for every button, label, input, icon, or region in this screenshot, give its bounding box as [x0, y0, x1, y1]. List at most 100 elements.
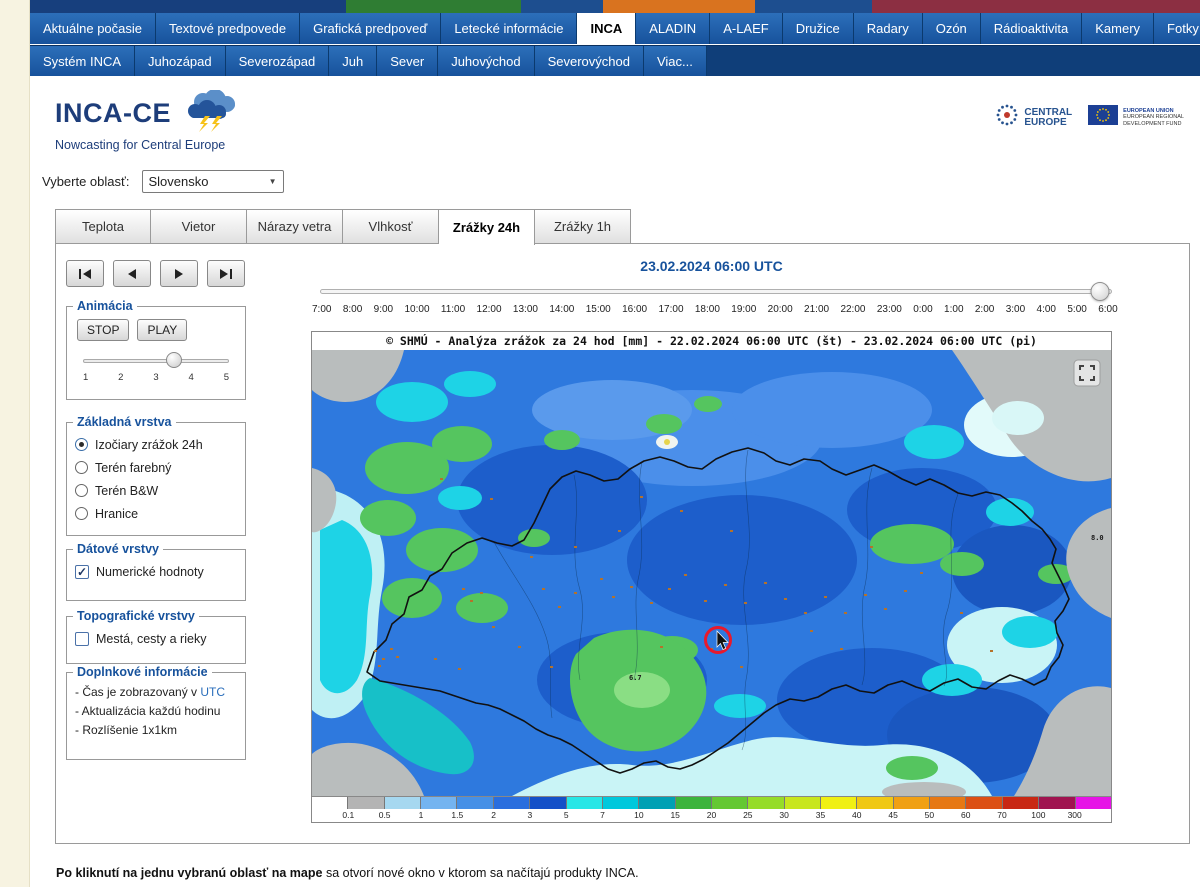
radio-option-izo-iary-zr-ok-24h[interactable]: Izočiary zrážok 24h — [75, 433, 237, 456]
checkbox-option-mest-cesty-a-rieky[interactable]: Mestá, cesty a rieky — [75, 627, 237, 650]
nav-item-oz-n[interactable]: Ozón — [923, 13, 981, 44]
nav-item-radary[interactable]: Radary — [854, 13, 923, 44]
legend-cell — [494, 797, 530, 809]
top-strip-segment — [30, 0, 346, 13]
radio-button[interactable] — [75, 438, 88, 451]
animation-panel: Animácia STOP PLAY 12345 — [66, 306, 246, 400]
nav-item-juhov-chod[interactable]: Juhovýchod — [438, 46, 534, 76]
legend-label: 35 — [816, 810, 825, 820]
tab-n-razy-vetra[interactable]: Nárazy vetra — [247, 209, 343, 244]
checkbox-box[interactable] — [75, 632, 89, 646]
tab-zr-ky-24h[interactable]: Zrážky 24h — [439, 209, 535, 245]
frame-navigation — [66, 260, 245, 287]
timeline-tick: 20:00 — [768, 304, 793, 315]
nav-item-kamery[interactable]: Kamery — [1082, 13, 1154, 44]
region-selector-row: Vyberte oblasť: Slovensko ▼ — [42, 170, 284, 193]
legend-label: 300 — [1068, 810, 1082, 820]
precipitation-map[interactable]: 6.78.0 — [312, 350, 1111, 796]
legend-label: 25 — [743, 810, 752, 820]
last-frame-button[interactable] — [207, 260, 245, 287]
legend-label: 1 — [419, 810, 424, 820]
next-frame-button[interactable] — [160, 260, 198, 287]
tab-vietor[interactable]: Vietor — [151, 209, 247, 244]
topo-layers-panel: Topografické vrstvy Mestá, cesty a rieky — [66, 616, 246, 664]
central-europe-line1: CENTRAL — [1024, 108, 1072, 118]
legend-cell — [639, 797, 675, 809]
nav-item-sever[interactable]: Sever — [377, 46, 438, 76]
timeline-tick: 8:00 — [343, 304, 362, 315]
radio-button[interactable] — [75, 461, 88, 474]
logo-subtitle: Nowcasting for Central Europe — [55, 138, 239, 152]
stop-button[interactable]: STOP — [77, 319, 129, 341]
timeline-tick: 19:00 — [731, 304, 756, 315]
nav-item-a-laef[interactable]: A-LAEF — [710, 13, 783, 44]
timeline-track[interactable] — [320, 289, 1112, 294]
base-layer-panel: Základná vrstva Izočiary zrážok 24hTerén… — [66, 422, 246, 536]
nav-item-textov-predpovede[interactable]: Textové predpovede — [156, 13, 300, 44]
nav-item-viac[interactable]: Viac... — [644, 46, 707, 76]
legend-cell — [712, 797, 748, 809]
nav-item-severov-chod[interactable]: Severovýchod — [535, 46, 644, 76]
nav-item-dru-ice[interactable]: Družice — [783, 13, 854, 44]
utc-link[interactable]: UTC — [200, 685, 225, 699]
legend-label: 5 — [564, 810, 569, 820]
play-button[interactable]: PLAY — [137, 319, 187, 341]
next-frame-icon — [175, 269, 183, 279]
tab-vlhkos[interactable]: Vlhkosť — [343, 209, 439, 244]
timeline-thumb[interactable] — [1091, 282, 1110, 301]
timeline-tick: 0:00 — [913, 304, 932, 315]
first-frame-button[interactable] — [66, 260, 104, 287]
timeline-tick: 16:00 — [622, 304, 647, 315]
nav-item-juhoz-pad[interactable]: Juhozápad — [135, 46, 226, 76]
option-label: Terén B&W — [95, 484, 158, 498]
legend-cell — [530, 797, 566, 809]
legend-cell — [676, 797, 712, 809]
legend-cell — [421, 797, 457, 809]
checkbox-option-numerick-hodnoty[interactable]: ✓Numerické hodnoty — [75, 560, 237, 583]
radio-button[interactable] — [75, 507, 88, 520]
legend-cell — [930, 797, 966, 809]
fullscreen-icon[interactable] — [1074, 360, 1100, 386]
legend-cell — [748, 797, 784, 809]
eu-line3: DEVELOPMENT FUND — [1123, 121, 1184, 128]
map-title: © SHMÚ - Analýza zrážok za 24 hod [mm] -… — [312, 332, 1111, 350]
legend-cell — [966, 797, 1002, 809]
map-value-label: 8.0 — [1091, 534, 1104, 542]
timeline-slider[interactable] — [320, 282, 1112, 302]
top-strip-segment — [521, 0, 603, 13]
option-label: Izočiary zrážok 24h — [95, 438, 203, 452]
tab-zr-ky-1h[interactable]: Zrážky 1h — [535, 209, 631, 244]
legend-label: 0.1 — [342, 810, 354, 820]
radio-option-hranice[interactable]: Hranice — [75, 502, 237, 525]
nav-item-grafick-predpove[interactable]: Grafická predpoveď — [300, 13, 441, 44]
radio-option-ter-n-farebn[interactable]: Terén farebný — [75, 456, 237, 479]
radio-button[interactable] — [75, 484, 88, 497]
nav-item-aladin[interactable]: ALADIN — [636, 13, 710, 44]
timeline-tick: 11:00 — [441, 304, 465, 315]
checkbox-box[interactable]: ✓ — [75, 565, 89, 579]
region-select[interactable]: Slovensko ▼ — [142, 170, 284, 193]
top-strip-segment — [346, 0, 522, 13]
timeline-tick: 1:00 — [944, 304, 963, 315]
timeline-tick: 6:00 — [1098, 304, 1117, 315]
speed-slider-track[interactable] — [83, 359, 229, 363]
nav-item-inca[interactable]: INCA — [577, 13, 636, 44]
previous-frame-button[interactable] — [113, 260, 151, 287]
footer-note: Po kliknutí na jednu vybranú oblasť na m… — [56, 866, 639, 880]
tab-teplota[interactable]: Teplota — [55, 209, 151, 244]
speed-mark: 5 — [224, 372, 229, 383]
nav-item-aktu-lne-po-asie[interactable]: Aktuálne počasie — [30, 13, 156, 44]
nav-item-syst-m-inca[interactable]: Systém INCA — [30, 46, 135, 76]
nav-item-juh[interactable]: Juh — [329, 46, 377, 76]
speed-slider[interactable] — [83, 351, 229, 369]
nav-item-r-dioaktivita[interactable]: Rádioaktivita — [981, 13, 1082, 44]
timeline-tick: 21:00 — [804, 304, 829, 315]
nav-item-fotky[interactable]: Fotky — [1154, 13, 1200, 44]
nav-item-severoz-pad[interactable]: Severozápad — [226, 46, 330, 76]
additional-info-panel: Doplnkové informácie - Čas je zobrazovan… — [66, 672, 246, 760]
primary-nav: Aktuálne počasieTextové predpovedeGrafic… — [30, 13, 1200, 44]
radio-option-ter-n-b-w[interactable]: Terén B&W — [75, 479, 237, 502]
legend-cell — [857, 797, 893, 809]
nav-item-leteck-inform-cie[interactable]: Letecké informácie — [441, 13, 577, 44]
speed-slider-thumb[interactable] — [166, 352, 182, 368]
